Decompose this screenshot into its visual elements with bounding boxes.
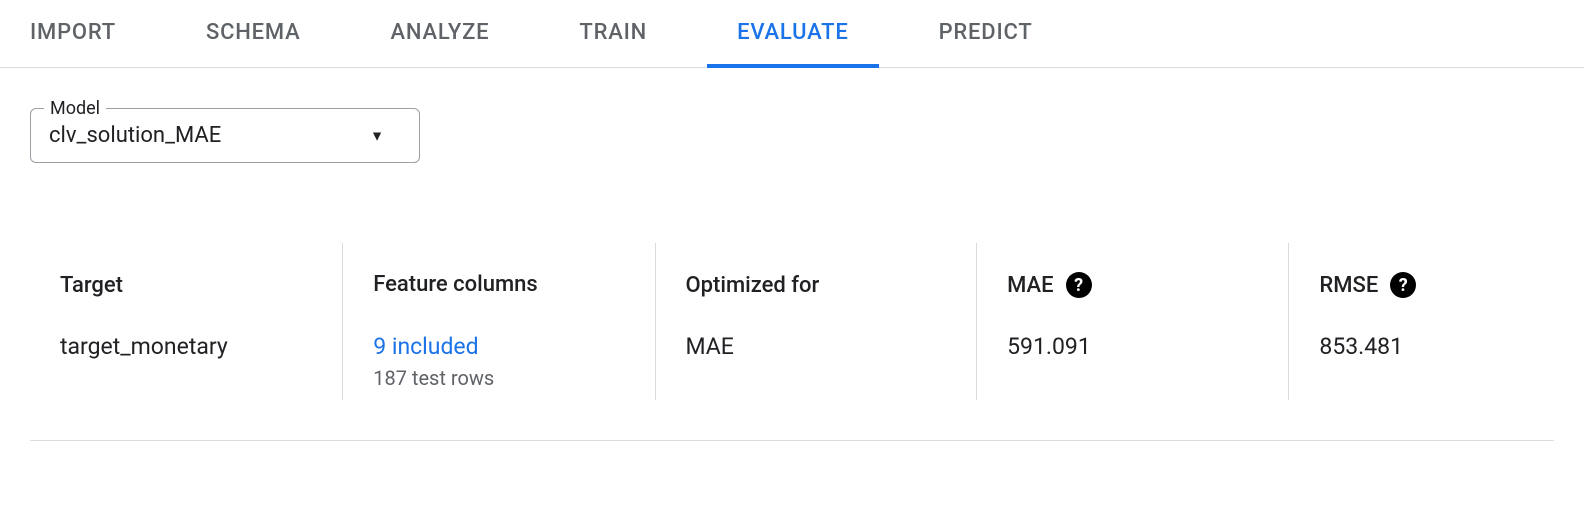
metric-target-value: target_monetary	[60, 333, 312, 360]
metrics-row: Target target_monetary Feature columns 9…	[30, 243, 1554, 441]
tab-import[interactable]: IMPORT	[30, 0, 116, 67]
metric-target: Target target_monetary	[30, 243, 342, 400]
metric-feature-columns-header: Feature columns	[373, 253, 624, 317]
metric-mae: MAE ? 591.091	[976, 243, 1288, 400]
tab-schema[interactable]: SCHEMA	[206, 0, 301, 67]
metric-rmse-value: 853.481	[1319, 333, 1524, 360]
metric-optimized-for-value: MAE	[686, 333, 947, 360]
tab-train[interactable]: TRAIN	[579, 0, 647, 67]
chevron-down-icon: ▼	[370, 127, 384, 144]
help-icon[interactable]: ?	[1066, 272, 1092, 298]
metric-target-header: Target	[60, 253, 312, 317]
tab-predict[interactable]: PREDICT	[939, 0, 1033, 67]
metric-rmse-header: RMSE ?	[1319, 253, 1524, 317]
metric-rmse: RMSE ? 853.481	[1288, 243, 1554, 400]
metric-feature-columns: Feature columns 9 included 187 test rows	[342, 243, 654, 400]
metric-feature-columns-link[interactable]: 9 included	[373, 333, 624, 360]
metric-mae-header: MAE ?	[1007, 253, 1258, 317]
model-select-label: Model	[44, 98, 106, 119]
metric-optimized-for-header: Optimized for	[686, 253, 947, 317]
tab-evaluate[interactable]: EVALUATE	[737, 0, 848, 67]
tab-bar: IMPORT SCHEMA ANALYZE TRAIN EVALUATE PRE…	[0, 0, 1584, 68]
model-select-wrapper: Model clv_solution_MAE ▼	[30, 108, 420, 163]
help-icon[interactable]: ?	[1390, 272, 1416, 298]
model-select-value: clv_solution_MAE	[49, 123, 221, 148]
metric-mae-value: 591.091	[1007, 333, 1258, 360]
metric-mae-header-text: MAE	[1007, 273, 1053, 298]
metric-optimized-for: Optimized for MAE	[655, 243, 977, 400]
tab-analyze[interactable]: ANALYZE	[391, 0, 490, 67]
content-area: Model clv_solution_MAE ▼ Target target_m…	[0, 68, 1584, 441]
metric-rmse-header-text: RMSE	[1319, 273, 1378, 298]
metric-feature-columns-sub: 187 test rows	[373, 366, 624, 390]
